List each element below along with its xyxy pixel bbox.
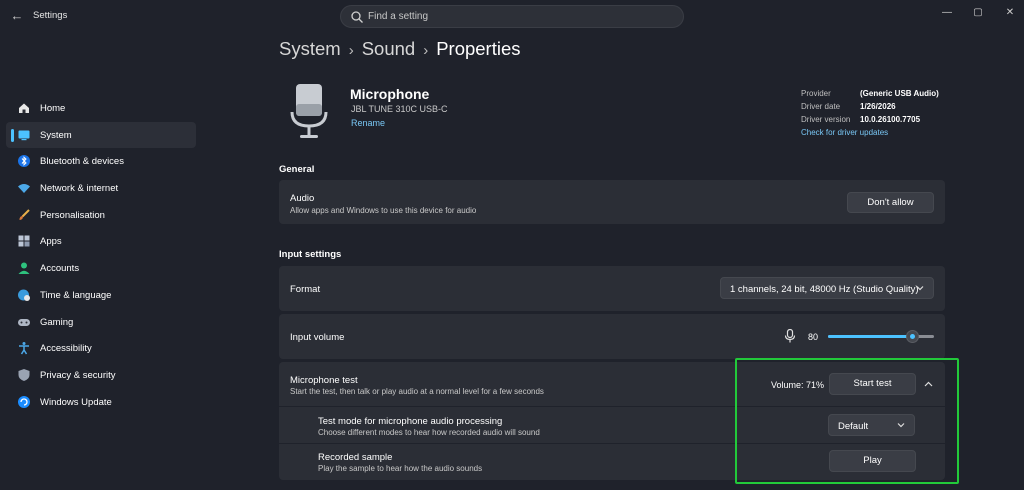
format-title: Format xyxy=(290,284,321,295)
wifi-icon xyxy=(18,184,30,194)
maximize-icon[interactable]: ▢ xyxy=(971,6,985,20)
breadcrumb-system[interactable]: System xyxy=(279,38,341,59)
microphone-test-title: Microphone test xyxy=(290,375,358,386)
input-volume-title: Input volume xyxy=(290,332,345,343)
sidebar-item-windows-update[interactable]: Windows Update xyxy=(6,389,196,416)
app-title: Settings xyxy=(33,10,68,21)
test-mode-subtitle: Choose different modes to hear how recor… xyxy=(318,428,540,437)
brush-icon xyxy=(19,209,30,220)
sidebar-item-accessibility[interactable]: Accessibility xyxy=(6,335,196,362)
system-icon xyxy=(18,130,30,140)
breadcrumb-sound[interactable]: Sound xyxy=(362,38,416,59)
sidebar-item-accounts[interactable]: Accounts xyxy=(6,255,196,282)
shield-icon xyxy=(18,368,30,381)
breadcrumb: System › Sound › Properties xyxy=(279,38,521,60)
driver-version-value: 10.0.26100.7705 xyxy=(860,115,921,124)
search-icon xyxy=(351,11,363,23)
breadcrumb-separator: › xyxy=(423,42,429,59)
test-mode-title: Test mode for microphone audio processin… xyxy=(318,416,503,427)
sidebar-item-bluetooth[interactable]: Bluetooth & devices xyxy=(6,148,196,175)
globe-clock-icon xyxy=(18,289,30,301)
recorded-sample-subtitle: Play the sample to hear how the audio so… xyxy=(318,464,483,473)
bluetooth-icon xyxy=(18,155,30,168)
slider-thumb[interactable] xyxy=(906,330,920,343)
audio-subtitle: Allow apps and Windows to use this devic… xyxy=(290,206,477,215)
sidebar: Home System Bluetooth & devices Network … xyxy=(0,95,200,415)
format-dropdown[interactable]: 1 channels, 24 bit, 48000 Hz (Studio Qua… xyxy=(720,277,934,299)
sidebar-item-gaming[interactable]: Gaming xyxy=(6,309,196,336)
input-volume-slider[interactable] xyxy=(828,330,934,343)
home-icon xyxy=(19,103,29,113)
rename-link[interactable]: Rename xyxy=(351,118,385,128)
audio-title: Audio xyxy=(290,193,315,204)
recorded-sample-title: Recorded sample xyxy=(318,452,393,463)
slider-fill xyxy=(828,335,913,338)
breadcrumb-separator: › xyxy=(348,42,354,59)
microphone-device-icon xyxy=(290,84,328,138)
driver-date-value: 1/26/2026 xyxy=(860,102,896,111)
sidebar-item-system[interactable]: System xyxy=(6,121,196,149)
minimize-icon[interactable]: — xyxy=(940,6,954,20)
active-indicator xyxy=(11,128,14,142)
general-heading: General xyxy=(279,164,315,175)
input-volume-card: Input volume 80 xyxy=(279,314,945,359)
microphone-test-subtitle: Start the test, then talk or play audio … xyxy=(290,387,544,396)
sidebar-item-apps[interactable]: Apps xyxy=(6,228,196,255)
check-driver-updates-link[interactable]: Check for driver updates xyxy=(801,128,888,137)
page-title: Properties xyxy=(436,38,521,59)
apps-icon xyxy=(18,235,30,247)
provider-label: Provider xyxy=(801,89,831,98)
format-card: Format 1 channels, 24 bit, 48000 Hz (Stu… xyxy=(279,266,945,311)
microphone-icon[interactable] xyxy=(784,329,796,343)
sidebar-item-time-language[interactable]: Time & language xyxy=(6,282,196,309)
input-settings-heading: Input settings xyxy=(279,249,342,260)
highlight-box xyxy=(735,358,959,484)
device-model: JBL TUNE 310C USB-C xyxy=(351,104,448,114)
sidebar-item-network[interactable]: Network & internet xyxy=(6,175,196,202)
sidebar-item-personalisation[interactable]: Personalisation xyxy=(6,202,196,229)
input-volume-value: 80 xyxy=(808,332,819,342)
gamepad-icon xyxy=(18,318,30,326)
sidebar-item-privacy[interactable]: Privacy & security xyxy=(6,362,196,389)
update-icon xyxy=(18,395,30,408)
search-input[interactable]: Find a setting xyxy=(368,11,428,22)
slider-thumb-core xyxy=(910,334,916,339)
driver-date-label: Driver date xyxy=(801,102,841,111)
provider-value: (Generic USB Audio) xyxy=(860,89,939,98)
search-box[interactable]: Find a setting xyxy=(340,5,684,28)
audio-card: Audio Allow apps and Windows to use this… xyxy=(279,180,945,224)
accessibility-icon xyxy=(19,342,29,355)
dont-allow-button[interactable]: Don't allow xyxy=(847,192,934,213)
device-name: Microphone xyxy=(350,86,430,102)
format-value: 1 channels, 24 bit, 48000 Hz (Studio Qua… xyxy=(730,284,919,295)
driver-version-label: Driver version xyxy=(801,115,851,124)
back-arrow-icon[interactable]: ← xyxy=(9,8,25,24)
sidebar-item-home[interactable]: Home xyxy=(6,95,196,122)
close-icon[interactable]: ✕ xyxy=(1003,6,1017,20)
chevron-down-icon xyxy=(916,286,924,291)
accounts-icon xyxy=(18,262,30,275)
title-bar: ← Settings Find a setting — ▢ ✕ xyxy=(0,0,1024,32)
